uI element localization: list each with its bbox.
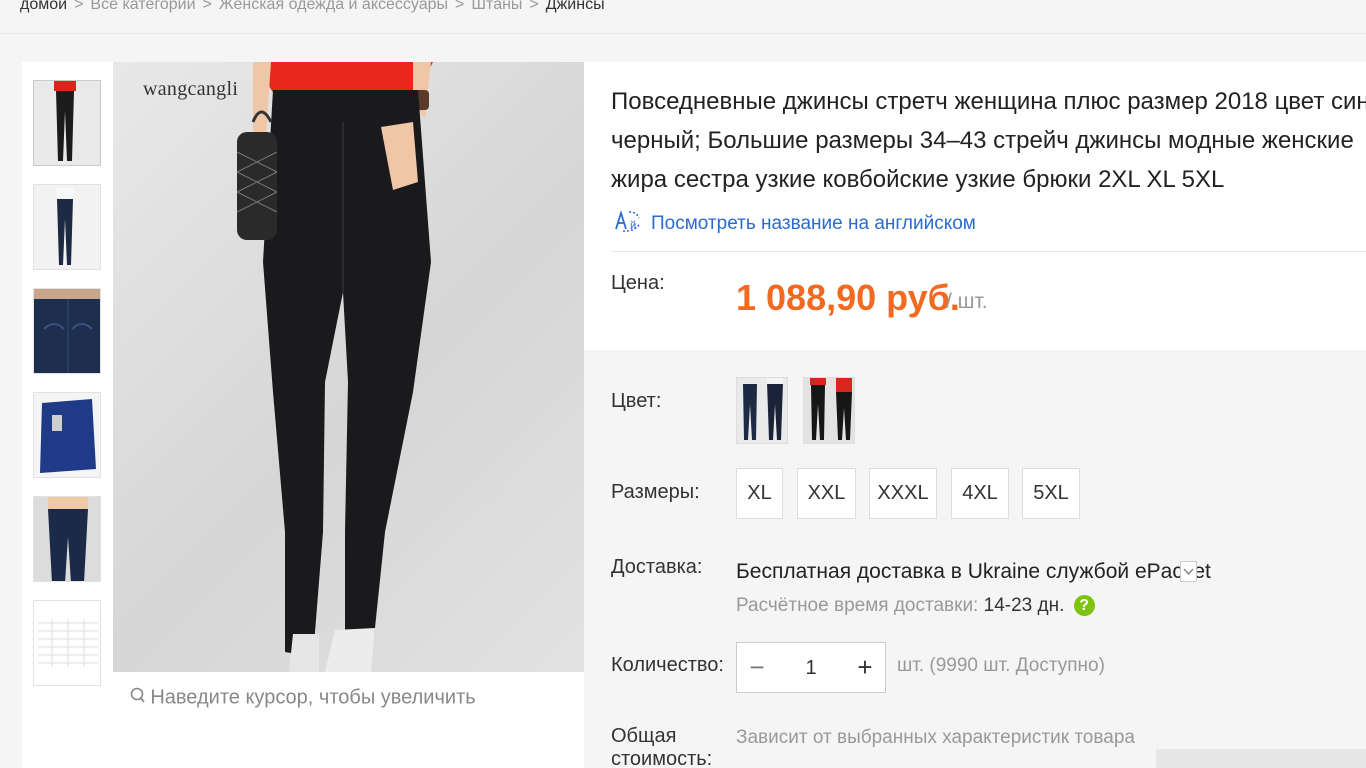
shipping-label: Доставка: — [611, 556, 703, 578]
translate-title-link[interactable]: й Посмотреть название на английском — [611, 209, 976, 239]
breadcrumb-all-categories-link[interactable]: Все категории — [90, 0, 195, 13]
price-value: 1 088,90 руб. — [736, 277, 960, 318]
shipping-method: Бесплатная доставка в Ukraine службой eP… — [736, 560, 1211, 583]
thumbnail-image — [34, 497, 100, 581]
thumbnail-image — [34, 81, 100, 165]
product-gallery: wangcangli Наведите курсор, чтобы увелич… — [22, 62, 584, 768]
brand-watermark: wangcangli — [143, 78, 239, 100]
breadcrumb-separator: > — [202, 0, 212, 13]
color-swatch-blue[interactable] — [736, 377, 788, 444]
thumbnail-3[interactable] — [33, 288, 101, 374]
breadcrumb-separator: > — [529, 0, 539, 13]
color-swatch-black[interactable] — [803, 377, 855, 444]
jeans-photo — [236, 62, 433, 672]
breadcrumb-home-link[interactable]: домой — [20, 0, 67, 13]
quantity-label: Количество: — [611, 654, 724, 676]
swatch-image — [737, 378, 787, 443]
total-cost-value: Зависит от выбранных характеристик товар… — [736, 727, 1135, 748]
size-option-xxxl[interactable]: XXXL — [869, 468, 937, 519]
delivery-estimate-label: Расчётное время доставки: — [736, 595, 979, 616]
svg-text:й: й — [630, 220, 636, 232]
main-product-image[interactable]: wangcangli — [113, 62, 584, 672]
size-label: Размеры: — [611, 481, 700, 503]
thumbnail-list — [33, 80, 101, 704]
price-unit: / шт. — [946, 290, 988, 313]
thumbnail-image — [34, 393, 100, 477]
quantity-availability: шт. (9990 шт. Доступно) — [897, 655, 1105, 676]
size-option-xxl[interactable]: XXL — [797, 468, 856, 519]
breadcrumb-jeans-link[interactable]: Джинсы — [546, 0, 605, 13]
thumbnail-5[interactable] — [33, 496, 101, 582]
translate-icon: й — [611, 209, 643, 239]
color-label: Цвет: — [611, 390, 662, 412]
delivery-estimate-value: 14-23 дн. — [983, 595, 1065, 616]
thumbnail-image — [34, 185, 100, 269]
zoom-hint-text: Наведите курсор, чтобы увеличить — [150, 686, 476, 709]
action-button-partial[interactable] — [1156, 749, 1366, 768]
shipping-dropdown[interactable] — [1180, 561, 1197, 582]
breadcrumb-pants-link[interactable]: Штаны — [471, 0, 522, 13]
swatch-image — [804, 378, 854, 443]
size-chart-icon — [34, 601, 100, 685]
size-option-4xl[interactable]: 4XL — [951, 468, 1009, 519]
zoom-hint: Наведите курсор, чтобы увеличить — [22, 686, 584, 710]
price-label: Цена: — [611, 272, 665, 294]
product-detail: Повседневные джинсы стретч женщина плюс … — [584, 62, 1366, 768]
thumbnail-4[interactable] — [33, 392, 101, 478]
breadcrumb-separator: > — [455, 0, 465, 13]
help-icon[interactable]: ? — [1073, 595, 1095, 617]
thumbnail-2[interactable] — [33, 184, 101, 270]
breadcrumb-separator: > — [74, 0, 84, 13]
size-option-5xl[interactable]: 5XL — [1022, 468, 1080, 519]
quantity-stepper: − + — [736, 642, 886, 693]
quantity-decrement-button[interactable]: − — [737, 643, 777, 692]
breadcrumb-womens-clothing-link[interactable]: Женская одежда и аксессуары — [219, 0, 448, 13]
header-divider — [0, 33, 1366, 34]
thumbnail-6-size-chart[interactable] — [33, 600, 101, 686]
total-cost-label: Общая стоимость: — [611, 725, 713, 768]
magnifier-icon — [130, 686, 146, 710]
quantity-input[interactable] — [777, 653, 845, 683]
quantity-increment-button[interactable]: + — [845, 643, 885, 692]
size-option-xl[interactable]: XL — [736, 468, 783, 519]
delivery-estimate: Расчётное время доставки: 14-23 дн. ? — [736, 595, 1095, 617]
thumbnail-1[interactable] — [33, 80, 101, 166]
title-divider — [611, 251, 1366, 252]
breadcrumb: домой > Все категории > Женская одежда и акс… — [20, 0, 605, 20]
translate-link-text[interactable]: Посмотреть название на английском — [651, 213, 976, 234]
thumbnail-image — [34, 289, 100, 373]
product-title: Повседневные джинсы стретч женщина плюс … — [611, 88, 1366, 193]
product-options-panel: Цвет: Размеры: XL XXL XXXL 4XL 5XL Доста… — [584, 350, 1366, 768]
chevron-down-icon — [1183, 568, 1194, 576]
